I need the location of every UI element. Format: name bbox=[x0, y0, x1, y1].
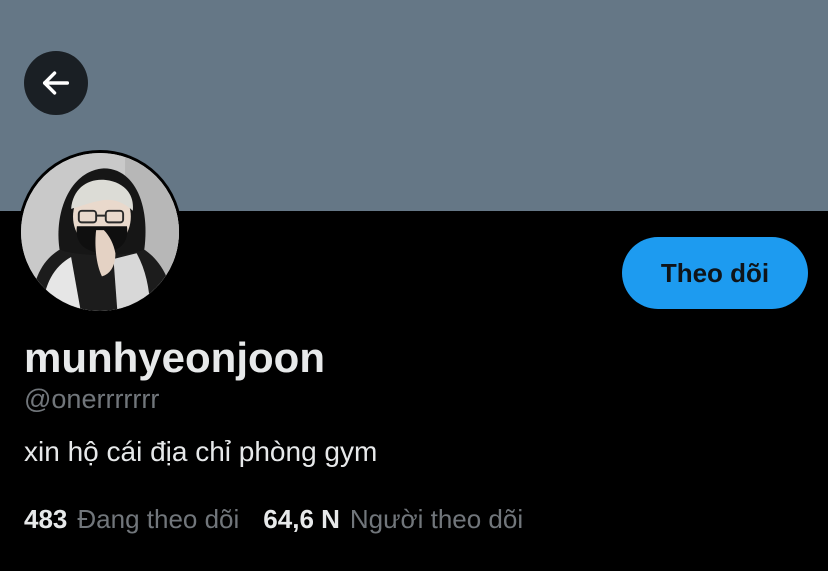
profile-bio: xin hộ cái địa chỉ phòng gym bbox=[24, 436, 378, 467]
avatar[interactable] bbox=[18, 150, 182, 314]
arrow-left-icon bbox=[42, 71, 70, 95]
followers-label: Người theo dõi bbox=[349, 504, 524, 534]
follow-stats: 483 Đang theo dõi 64,6 N Người theo dõi bbox=[24, 503, 523, 535]
back-button[interactable] bbox=[24, 51, 88, 115]
following-label: Đang theo dõi bbox=[77, 504, 240, 534]
following-count: 483 bbox=[24, 504, 68, 534]
follow-button[interactable]: Theo dõi bbox=[622, 237, 808, 309]
followers-count: 64,6 N bbox=[263, 504, 340, 534]
profile-page: Theo dõi munhyeonjoon @onerrrrrrr xin hộ… bbox=[0, 0, 828, 571]
following-link[interactable]: 483 Đang theo dõi bbox=[24, 503, 239, 535]
display-name: munhyeonjoon bbox=[24, 334, 325, 381]
avatar-image bbox=[21, 153, 179, 311]
user-handle: @onerrrrrrr bbox=[24, 384, 160, 414]
followers-link[interactable]: 64,6 N Người theo dõi bbox=[263, 503, 523, 535]
